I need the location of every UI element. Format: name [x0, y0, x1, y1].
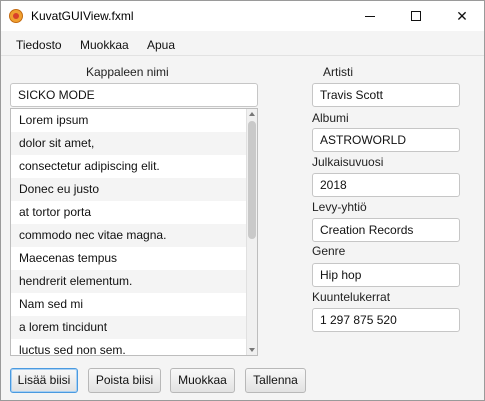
plays-label: Kuuntelukerrat	[312, 290, 391, 304]
album-field[interactable]: ASTROWORLD	[312, 128, 460, 152]
list-item[interactable]: dolor sit amet,	[11, 132, 247, 155]
list-item[interactable]: a lorem tincidunt	[11, 316, 247, 339]
minimize-button[interactable]	[347, 1, 393, 31]
edit-button[interactable]: Muokkaa	[170, 368, 235, 393]
list-item[interactable]: at tortor porta	[11, 201, 247, 224]
menu-tiedosto[interactable]: Tiedosto	[16, 38, 62, 52]
song-name-label: Kappaleen nimi	[86, 65, 169, 79]
plays-field[interactable]: 1 297 875 520	[312, 308, 460, 332]
minimize-icon	[365, 15, 375, 17]
song-name-field[interactable]: SICKO MODE	[10, 83, 258, 107]
menu-muokkaa[interactable]: Muokkaa	[80, 38, 129, 52]
app-window: KuvatGUIView.fxml ✕ Tiedosto Muokkaa Apu…	[0, 0, 485, 401]
remove-song-button[interactable]: Poista biisi	[88, 368, 161, 393]
list-item[interactable]: commodo nec vitae magna.	[11, 224, 247, 247]
genre-label: Genre	[312, 244, 346, 258]
album-label: Albumi	[312, 111, 349, 125]
save-button[interactable]: Tallenna	[245, 368, 306, 393]
scroll-down-icon[interactable]	[249, 348, 255, 352]
list-item[interactable]: hendrerit elementum.	[11, 270, 247, 293]
list-item[interactable]: Lorem ipsum	[11, 109, 247, 132]
year-field[interactable]: 2018	[312, 173, 460, 197]
window-title: KuvatGUIView.fxml	[31, 9, 134, 23]
record-label-label: Levy-yhtiö	[312, 200, 367, 214]
scroll-up-icon[interactable]	[249, 112, 255, 116]
year-label: Julkaisuvuosi	[312, 155, 384, 169]
list-item[interactable]: Donec eu justo	[11, 178, 247, 201]
genre-field[interactable]: Hip hop	[312, 263, 460, 287]
artist-field[interactable]: Travis Scott	[312, 83, 460, 107]
song-list[interactable]: Lorem ipsum dolor sit amet, consectetur ad…	[10, 108, 258, 356]
menu-bar: Tiedosto Muokkaa Apua	[1, 32, 484, 56]
record-label-field[interactable]: Creation Records	[312, 218, 460, 242]
artist-label: Artisti	[323, 65, 353, 79]
scroll-thumb[interactable]	[248, 121, 256, 239]
list-item[interactable]: Maecenas tempus	[11, 247, 247, 270]
list-item[interactable]: luctus sed non sem.	[11, 339, 247, 355]
maximize-button[interactable]	[393, 1, 439, 31]
maximize-icon	[411, 11, 421, 21]
list-item[interactable]: consectetur adipiscing elit.	[11, 155, 247, 178]
close-icon: ✕	[456, 7, 468, 24]
add-song-button[interactable]: Lisää biisi	[10, 368, 78, 393]
menu-apua[interactable]: Apua	[147, 38, 175, 52]
title-bar: KuvatGUIView.fxml ✕	[1, 1, 484, 31]
close-button[interactable]: ✕	[439, 1, 485, 31]
list-item[interactable]: Nam sed mi	[11, 293, 247, 316]
list-scrollbar[interactable]	[246, 109, 257, 355]
app-icon	[9, 9, 23, 23]
